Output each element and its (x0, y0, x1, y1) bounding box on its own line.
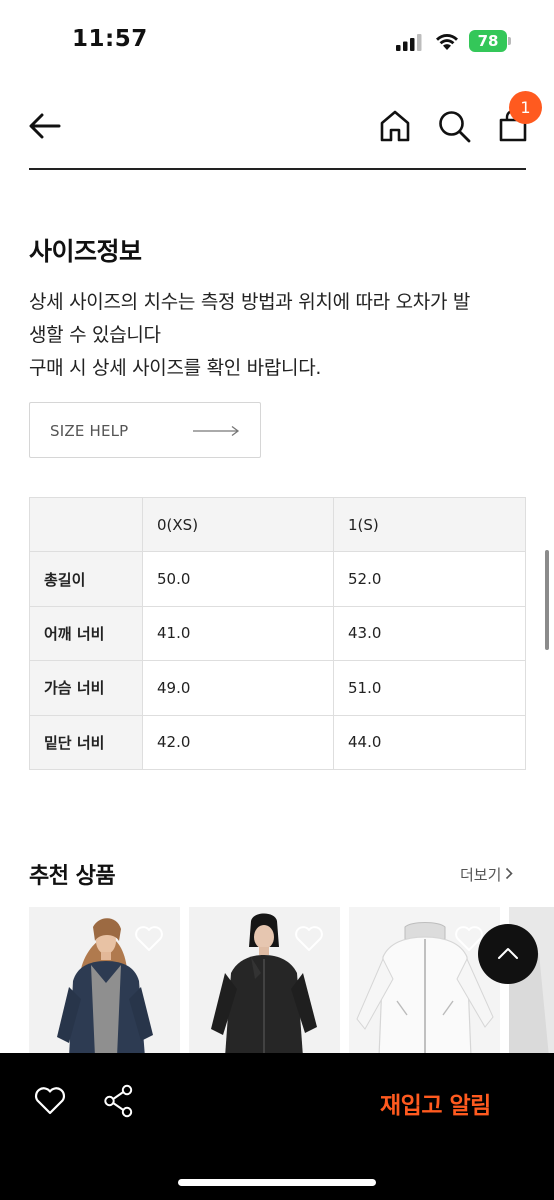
measurement-value: 44.0 (333, 714, 526, 770)
heart-icon[interactable] (294, 925, 324, 952)
table-row: 어깨 너비 41.0 43.0 (29, 605, 526, 662)
size-info-title: 사이즈정보 (29, 237, 142, 266)
measurement-value: 51.0 (333, 660, 526, 716)
measurement-value: 42.0 (142, 714, 334, 770)
measurement-value: 52.0 (333, 551, 526, 607)
measurement-value: 41.0 (142, 605, 334, 662)
restock-alert-button[interactable]: 재입고 알림 (380, 1086, 491, 1120)
search-icon[interactable] (436, 108, 472, 144)
heart-icon[interactable] (134, 925, 164, 952)
size-table-header-row: 0(XS) 1(S) (29, 496, 526, 553)
recommend-title: 추천 상품 (29, 864, 116, 889)
table-row: 가슴 너비 49.0 51.0 (29, 660, 526, 716)
share-icon[interactable] (103, 1084, 135, 1118)
header-divider (29, 168, 526, 170)
cellular-signal-icon (396, 34, 422, 51)
measurement-value: 49.0 (142, 660, 334, 716)
size-help-label: SIZE HELP (50, 422, 129, 440)
measurement-label: 어깨 너비 (29, 605, 143, 662)
product-card[interactable] (29, 907, 180, 1057)
product-card[interactable] (189, 907, 340, 1057)
chevron-right-icon (506, 867, 514, 880)
status-time: 11:57 (72, 26, 148, 52)
cart-count-badge: 1 (509, 91, 542, 124)
measurement-value: 50.0 (142, 551, 334, 607)
see-more-label: 더보기 (460, 866, 502, 884)
size-info-line: 상세 사이즈의 치수는 측정 방법과 위치에 따라 오차가 발 (29, 291, 471, 313)
wifi-icon (436, 34, 458, 50)
size-info-description: 상세 사이즈의 치수는 측정 방법과 위치에 따라 오차가 발 생할 수 있습니… (29, 286, 529, 385)
home-icon[interactable] (378, 108, 412, 144)
home-indicator (178, 1179, 376, 1186)
measurement-value: 43.0 (333, 605, 526, 662)
table-row: 밑단 너비 42.0 44.0 (29, 714, 526, 770)
back-arrow-icon[interactable] (26, 108, 64, 144)
size-table: 0(XS) 1(S) 총길이 50.0 52.0 어깨 너비 41.0 43.0… (29, 496, 526, 770)
see-more-link[interactable]: 더보기 (460, 864, 514, 885)
size-column-header: 0(XS) (142, 496, 334, 553)
measurement-label: 밑단 너비 (29, 714, 143, 770)
status-bar: 11:57 78 (0, 0, 554, 82)
chevron-up-icon (498, 948, 518, 959)
wishlist-heart-icon[interactable] (34, 1086, 66, 1116)
scroll-to-top-button[interactable] (478, 924, 538, 984)
size-info-line: 구매 시 상세 사이즈를 확인 바랍니다. (29, 357, 322, 379)
size-column-header: 1(S) (333, 496, 526, 553)
scrollbar-thumb[interactable] (545, 550, 549, 650)
size-info-line: 생할 수 있습니다 (29, 324, 161, 346)
battery-indicator: 78 (469, 30, 507, 52)
size-help-button[interactable]: SIZE HELP (29, 402, 261, 458)
measurement-label: 가슴 너비 (29, 660, 143, 716)
size-table-corner (29, 496, 143, 553)
table-row: 총길이 50.0 52.0 (29, 551, 526, 607)
battery-tip (508, 37, 511, 45)
measurement-label: 총길이 (29, 551, 143, 607)
long-arrow-right-icon (193, 425, 240, 437)
bottom-action-bar (0, 1053, 554, 1200)
